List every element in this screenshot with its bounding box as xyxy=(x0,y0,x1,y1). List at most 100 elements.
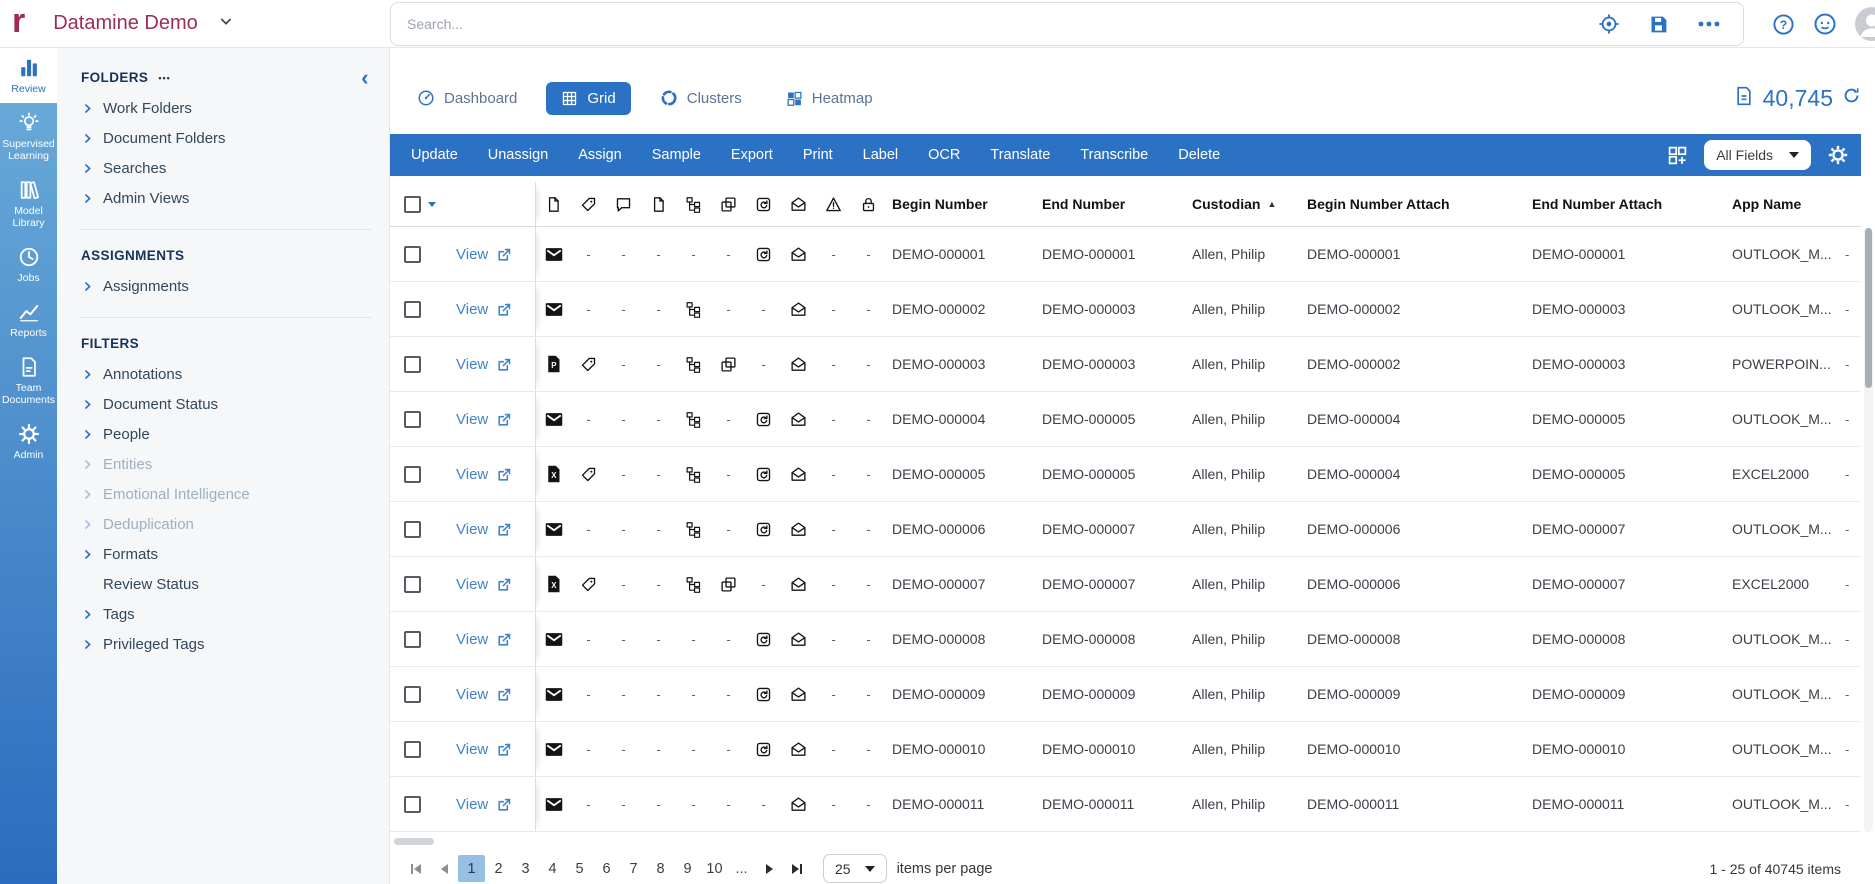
horizontal-scrollbar-thumb[interactable] xyxy=(394,838,434,845)
page-button-9[interactable]: 9 xyxy=(674,855,701,882)
rail-item-admin[interactable]: Admin xyxy=(0,414,57,469)
page-button-6[interactable]: 6 xyxy=(593,855,620,882)
page-ellipsis[interactable]: ... xyxy=(728,855,755,882)
layout-grid-plus-icon[interactable] xyxy=(1667,145,1688,166)
row-checkbox[interactable] xyxy=(404,410,421,428)
column-header-page[interactable] xyxy=(641,196,676,213)
sidebar-item-admin-views[interactable]: Admin Views xyxy=(81,183,371,213)
search-input[interactable] xyxy=(391,16,1598,32)
sidebar-item-people[interactable]: People xyxy=(81,419,371,449)
page-button-7[interactable]: 7 xyxy=(620,855,647,882)
sidebar-item-document-folders[interactable]: Document Folders xyxy=(81,123,371,153)
tab-grid[interactable]: Grid xyxy=(546,81,631,115)
tab-clusters[interactable]: Clusters xyxy=(645,81,757,115)
row-checkbox[interactable] xyxy=(404,740,421,758)
sidebar-item-review-status[interactable]: Review Status xyxy=(81,569,371,599)
fields-dropdown[interactable]: All Fields xyxy=(1704,140,1811,170)
row-checkbox[interactable] xyxy=(404,520,421,538)
support-icon[interactable] xyxy=(1813,12,1837,36)
target-icon[interactable] xyxy=(1598,13,1620,35)
view-link[interactable]: View xyxy=(456,356,513,373)
column-header-end-number-attach[interactable]: End Number Attach xyxy=(1526,196,1726,212)
collapse-panel-icon[interactable]: ‹ xyxy=(361,66,369,88)
page-button-3[interactable]: 3 xyxy=(512,855,539,882)
column-header-comment[interactable] xyxy=(606,196,641,213)
column-header-file[interactable] xyxy=(536,196,571,213)
previous-page-button[interactable] xyxy=(432,856,456,882)
column-header-begin-number-attach[interactable]: Begin Number Attach xyxy=(1301,196,1526,212)
sample-button[interactable]: Sample xyxy=(637,147,716,163)
unassign-button[interactable]: Unassign xyxy=(473,147,563,163)
sidebar-item-formats[interactable]: Formats xyxy=(81,539,371,569)
column-header-custodian[interactable]: Custodian ▲ xyxy=(1186,196,1301,212)
column-header-lock[interactable] xyxy=(851,196,886,213)
refresh-icon[interactable] xyxy=(1842,86,1861,110)
sidebar-item-annotations[interactable]: Annotations xyxy=(81,359,371,389)
view-link[interactable]: View xyxy=(456,576,513,593)
view-link[interactable]: View xyxy=(456,301,513,318)
next-page-button[interactable] xyxy=(757,856,781,882)
save-icon[interactable] xyxy=(1648,14,1669,35)
tab-dashboard[interactable]: Dashboard xyxy=(402,81,532,115)
rail-item-team-documents[interactable]: Team Documents xyxy=(0,347,57,414)
sidebar-item-tags[interactable]: Tags xyxy=(81,599,371,629)
view-link[interactable]: View xyxy=(456,411,513,428)
column-header-begin-number[interactable]: Begin Number xyxy=(886,196,1036,212)
transcribe-button[interactable]: Transcribe xyxy=(1065,147,1163,163)
sidebar-item-work-folders[interactable]: Work Folders xyxy=(81,93,371,123)
delete-button[interactable]: Delete xyxy=(1163,147,1235,163)
rail-item-model-library[interactable]: Model Library xyxy=(0,170,57,237)
sidebar-item-assignments[interactable]: Assignments xyxy=(81,271,371,301)
assign-button[interactable]: Assign xyxy=(563,147,637,163)
first-page-button[interactable] xyxy=(404,856,428,882)
row-checkbox[interactable] xyxy=(404,795,421,813)
view-link[interactable]: View xyxy=(456,796,513,813)
column-header-loop[interactable] xyxy=(746,196,781,213)
export-button[interactable]: Export xyxy=(716,147,788,163)
view-link[interactable]: View xyxy=(456,686,513,703)
workspace-title[interactable]: Datamine Demo xyxy=(53,12,198,35)
column-header-warning[interactable] xyxy=(816,196,851,213)
page-button-10[interactable]: 10 xyxy=(701,855,728,882)
column-header-tag[interactable] xyxy=(571,196,606,213)
page-button-4[interactable]: 4 xyxy=(539,855,566,882)
select-menu-caret-icon[interactable] xyxy=(428,201,436,207)
view-link[interactable]: View xyxy=(456,521,513,538)
page-button-1[interactable]: 1 xyxy=(458,855,485,882)
view-link[interactable]: View xyxy=(456,631,513,648)
last-page-button[interactable] xyxy=(785,856,809,882)
rail-item-supervised-learning[interactable]: Supervised Learning xyxy=(0,103,57,170)
row-checkbox[interactable] xyxy=(404,245,421,263)
select-all-checkbox[interactable] xyxy=(404,195,421,213)
print-button[interactable]: Print xyxy=(788,147,848,163)
ocr-button[interactable]: OCR xyxy=(913,147,975,163)
column-header-mail-open[interactable] xyxy=(781,196,816,213)
page-button-8[interactable]: 8 xyxy=(647,855,674,882)
column-header-copy[interactable] xyxy=(711,196,746,213)
workspace-chevron-icon[interactable] xyxy=(218,13,234,34)
avatar[interactable] xyxy=(1855,7,1875,41)
view-link[interactable]: View xyxy=(456,466,513,483)
row-checkbox[interactable] xyxy=(404,355,421,373)
page-size-dropdown[interactable]: 25 xyxy=(823,854,887,883)
translate-button[interactable]: Translate xyxy=(975,147,1065,163)
gear-icon[interactable] xyxy=(1827,144,1849,166)
column-header-tree[interactable] xyxy=(676,196,711,213)
row-checkbox[interactable] xyxy=(404,575,421,593)
view-link[interactable]: View xyxy=(456,741,513,758)
row-checkbox[interactable] xyxy=(404,630,421,648)
label-button[interactable]: Label xyxy=(848,147,913,163)
rail-item-reports[interactable]: Reports xyxy=(0,292,57,347)
sidebar-item-privileged-tags[interactable]: Privileged Tags xyxy=(81,629,371,659)
app-logo[interactable]: r xyxy=(12,4,25,38)
vertical-scrollbar[interactable] xyxy=(1864,228,1873,832)
update-button[interactable]: Update xyxy=(396,147,473,163)
column-header-app-name[interactable]: App Name xyxy=(1726,196,1845,212)
page-button-2[interactable]: 2 xyxy=(485,855,512,882)
view-link[interactable]: View xyxy=(456,246,513,263)
help-icon[interactable]: ? xyxy=(1772,13,1795,36)
row-checkbox[interactable] xyxy=(404,465,421,483)
more-icon[interactable] xyxy=(1697,19,1721,29)
tab-heatmap[interactable]: Heatmap xyxy=(771,82,888,115)
rail-item-review[interactable]: Review xyxy=(0,48,57,103)
